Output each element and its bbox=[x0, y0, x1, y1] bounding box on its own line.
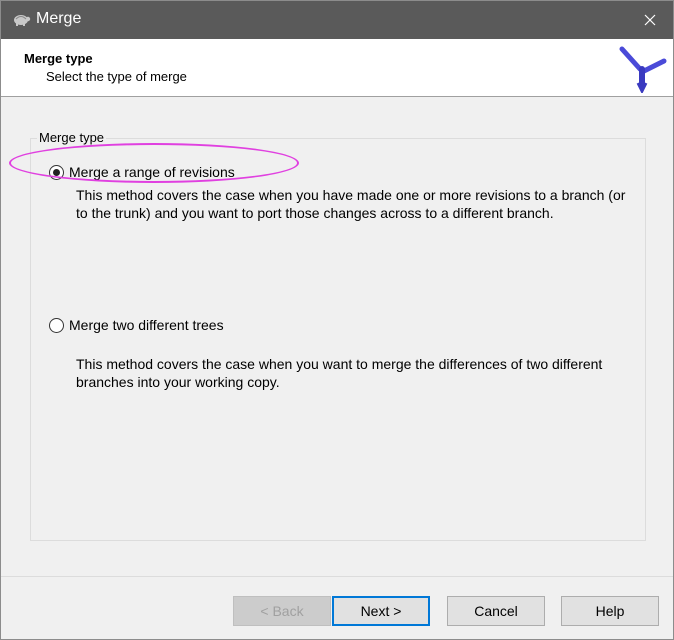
tortoise-icon bbox=[11, 11, 31, 27]
close-button[interactable] bbox=[627, 1, 673, 39]
option-label: Merge two different trees bbox=[69, 317, 224, 333]
option-merge-trees[interactable]: Merge two different trees bbox=[49, 317, 224, 333]
next-button[interactable]: Next > bbox=[332, 596, 430, 626]
option-label: Merge a range of revisions bbox=[69, 164, 235, 180]
merge-dialog: Merge Merge type Select the type of merg… bbox=[0, 0, 674, 640]
page-title: Merge type bbox=[24, 51, 93, 66]
radio-merge-range[interactable] bbox=[49, 164, 64, 180]
back-button[interactable]: < Back bbox=[233, 596, 331, 626]
option-description: This method covers the case when you wan… bbox=[76, 356, 603, 390]
window-title: Merge bbox=[36, 10, 82, 27]
close-icon bbox=[644, 14, 656, 26]
footer-separator bbox=[1, 576, 673, 577]
option-merge-range[interactable]: Merge a range of revisions bbox=[49, 164, 235, 180]
radio-merge-trees[interactable] bbox=[49, 317, 64, 333]
merge-logo-icon bbox=[618, 43, 668, 95]
cancel-button[interactable]: Cancel bbox=[447, 596, 545, 626]
title-bar[interactable]: Merge bbox=[1, 1, 673, 39]
help-button[interactable]: Help bbox=[561, 596, 659, 626]
option-description: This method covers the case when you hav… bbox=[76, 187, 626, 221]
group-legend: Merge type bbox=[37, 130, 107, 145]
wizard-header: Merge type Select the type of merge bbox=[1, 39, 673, 97]
page-subtitle: Select the type of merge bbox=[46, 69, 187, 84]
